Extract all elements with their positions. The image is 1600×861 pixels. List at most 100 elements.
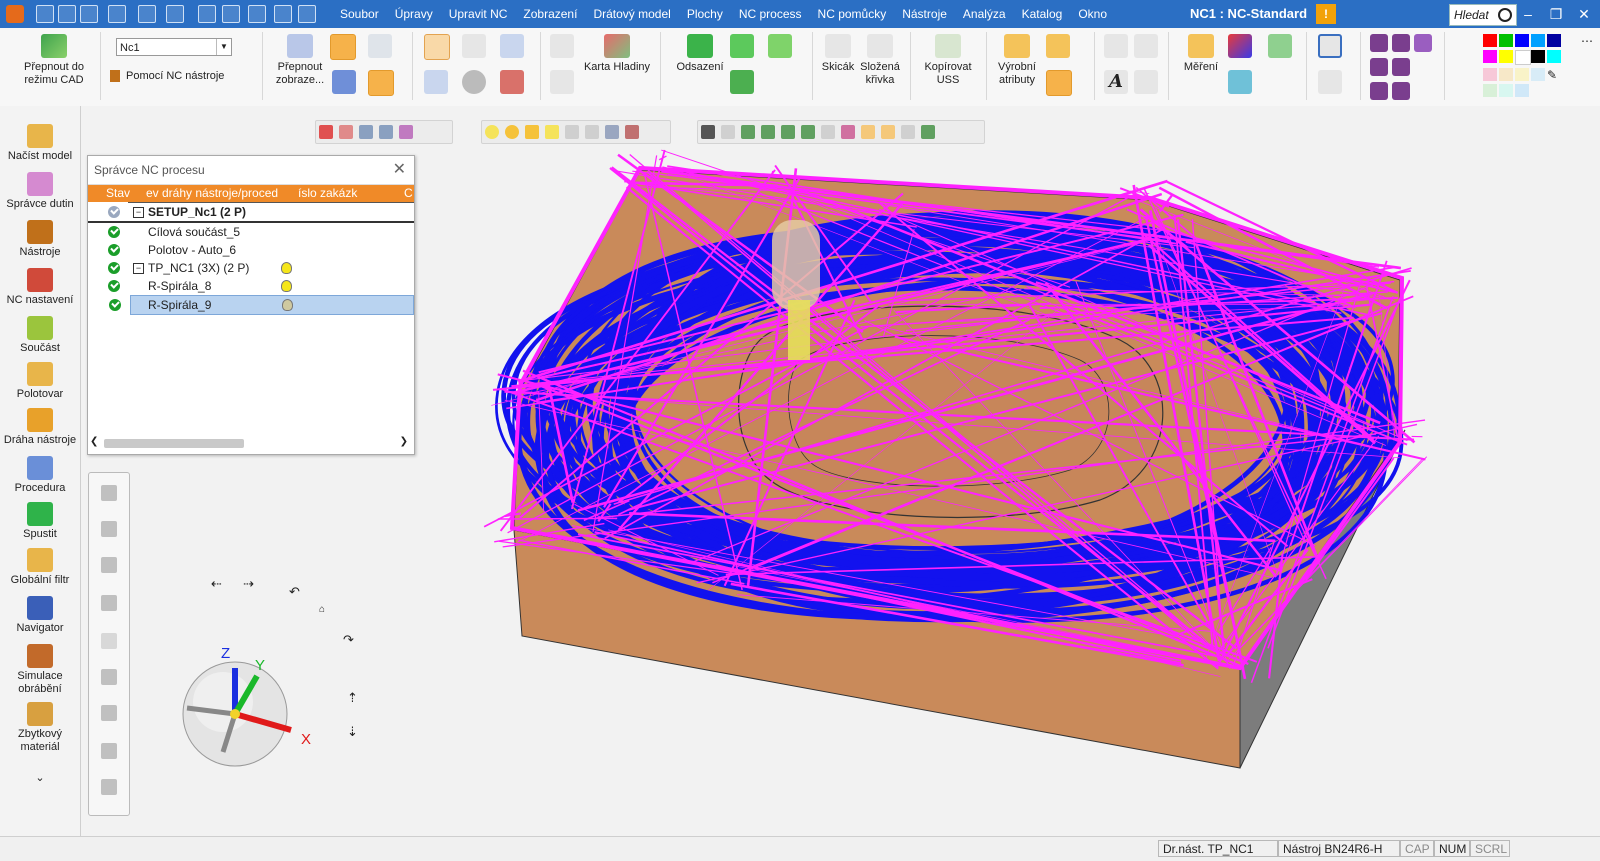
note-icon[interactable] (1134, 70, 1158, 94)
surface-sheet-icon[interactable] (768, 34, 792, 58)
mesh-icon[interactable] (368, 34, 392, 58)
settings-icon[interactable] (274, 5, 292, 23)
navigator-button[interactable]: Navigator (0, 596, 80, 635)
tree-expander-icon[interactable]: − (133, 263, 144, 274)
dim-edit-icon[interactable] (1134, 34, 1158, 58)
color-swatch[interactable] (1515, 50, 1531, 65)
select-view-icon[interactable] (101, 485, 117, 501)
redo-view-icon[interactable]: ↷ (343, 632, 354, 648)
redo-icon[interactable] (248, 5, 266, 23)
tools-button[interactable]: Nástroje (0, 220, 80, 259)
pan-view-icon[interactable] (101, 669, 117, 685)
sort-icon[interactable] (550, 70, 574, 94)
color-swatch[interactable] (1547, 34, 1561, 47)
color-swatch[interactable] (1547, 50, 1561, 63)
tool-attr-icon[interactable] (1046, 34, 1070, 58)
table-view-icon[interactable] (424, 34, 450, 60)
scroll-right-icon[interactable]: ❯ (400, 436, 408, 447)
info-icon[interactable] (462, 70, 486, 94)
app-logo-icon[interactable] (6, 5, 24, 23)
sketch-button[interactable]: Skicák (816, 34, 860, 74)
view-back-icon[interactable] (1392, 82, 1410, 100)
nc-tree-row[interactable]: R-Spirála_9 (130, 295, 414, 315)
machine-icon[interactable] (500, 70, 524, 94)
eyedropper-icon[interactable]: ✎ (1547, 68, 1561, 81)
column-toolpath-name[interactable]: ev dráhy nástroje/proced (146, 185, 278, 202)
search-icon[interactable] (1498, 8, 1512, 22)
nc-settings-button[interactable]: NC nastavení (0, 268, 80, 307)
search-view-icon[interactable] (101, 521, 117, 537)
chevron-down-icon[interactable]: ▼ (216, 39, 231, 55)
lock-view-icon[interactable] (101, 633, 117, 649)
menu-nc-tools[interactable]: NC pomůcky (810, 0, 895, 28)
column-extra[interactable]: C (404, 185, 413, 202)
surface-flag-icon[interactable] (730, 34, 754, 58)
scroll-left-icon[interactable]: ❮ (90, 436, 98, 447)
copy-uss-button[interactable]: Kopírovat USS (916, 34, 980, 87)
axis-triad[interactable]: Z Y X (171, 642, 331, 772)
tree-expander-icon[interactable]: − (133, 207, 144, 218)
color-swatch[interactable] (1499, 84, 1513, 97)
color-swatch[interactable] (1515, 68, 1529, 81)
search-input[interactable]: Hledat (1449, 4, 1517, 26)
horizontal-scrollbar[interactable]: ❮ ❯ (88, 436, 412, 450)
scroll-thumb[interactable] (104, 439, 244, 448)
color-swatch[interactable] (1483, 50, 1497, 63)
run-button[interactable]: Spustit (0, 502, 80, 541)
menu-nc-process[interactable]: NC process (731, 0, 810, 28)
zoom-icon[interactable] (1318, 34, 1342, 58)
switch-view-button[interactable]: Přepnout zobraze... (270, 34, 330, 87)
close-icon[interactable]: ✕ (1570, 0, 1598, 28)
warning-icon[interactable]: ! (1316, 4, 1336, 24)
offset-button[interactable]: Odsazení (668, 34, 732, 74)
view-top-icon[interactable] (1392, 34, 1410, 52)
bulb-toggle-icon[interactable] (332, 70, 356, 94)
mold-manager-button[interactable]: Správce dutin (0, 172, 80, 211)
graphics-viewport[interactable]: Správce NC procesu ✕ Stav ev dráhy nástr… (81, 106, 1600, 836)
color-analysis-icon[interactable] (1228, 34, 1252, 58)
window-icon[interactable] (138, 5, 156, 23)
switch-cad-button[interactable]: Přepnout do režimu CAD (14, 34, 94, 87)
arrow-right-icon[interactable]: ⇢ (243, 576, 254, 592)
view-left-icon[interactable] (1392, 58, 1410, 76)
help-icon[interactable] (462, 34, 486, 58)
close-doc-icon[interactable] (198, 5, 216, 23)
nc-tree-row[interactable]: R-Spirála_8 (88, 277, 414, 295)
draft-analysis-icon[interactable] (1228, 70, 1252, 94)
menu-edit[interactable]: Úpravy (387, 0, 441, 28)
menu-wireframe[interactable]: Drátový model (585, 0, 678, 28)
import-icon[interactable] (80, 5, 98, 23)
visibility-bulb-icon[interactable] (281, 262, 292, 274)
hole-attr-icon[interactable] (1046, 70, 1072, 96)
column-job-number[interactable]: íslo zakázk (298, 185, 357, 202)
stock-display-icon[interactable] (368, 70, 394, 96)
arrow-left-icon[interactable]: ⇠ (211, 576, 222, 592)
cube-view-icon[interactable] (101, 595, 117, 611)
orient-view-icon[interactable] (101, 779, 117, 795)
menu-catalog[interactable]: Katalog (1014, 0, 1071, 28)
part-button[interactable]: Součást (0, 316, 80, 355)
view-icon[interactable] (166, 5, 184, 23)
view-front-icon[interactable] (1414, 34, 1432, 52)
arrow-up-icon[interactable]: ⇡ (347, 690, 358, 706)
prod-attributes-button[interactable]: Výrobní atributy (990, 34, 1044, 87)
tool-display-icon[interactable] (330, 34, 356, 60)
color-swatch[interactable] (1515, 84, 1529, 97)
view-right-icon[interactable] (1370, 58, 1388, 76)
color-swatch[interactable] (1499, 68, 1513, 81)
calendar-icon[interactable] (298, 5, 316, 23)
view-iso-icon[interactable] (1370, 34, 1388, 52)
procedure-button[interactable]: Procedura (0, 456, 80, 495)
view-bottom-icon[interactable] (1370, 82, 1388, 100)
menu-tools[interactable]: Nástroje (894, 0, 955, 28)
color-swatch[interactable] (1515, 34, 1529, 47)
surface-twist-icon[interactable] (730, 70, 754, 94)
undo-view-icon[interactable]: ↶ (289, 584, 300, 600)
arrow-down-icon[interactable]: ⇣ (347, 724, 358, 740)
color-swatch[interactable] (1499, 34, 1513, 47)
print-icon[interactable] (108, 5, 126, 23)
menu-analysis[interactable]: Analýza (955, 0, 1014, 28)
composite-curve-button[interactable]: Složená křivka (858, 34, 902, 87)
color-swatch[interactable] (1483, 84, 1497, 97)
restore-icon[interactable]: ❐ (1542, 0, 1570, 28)
